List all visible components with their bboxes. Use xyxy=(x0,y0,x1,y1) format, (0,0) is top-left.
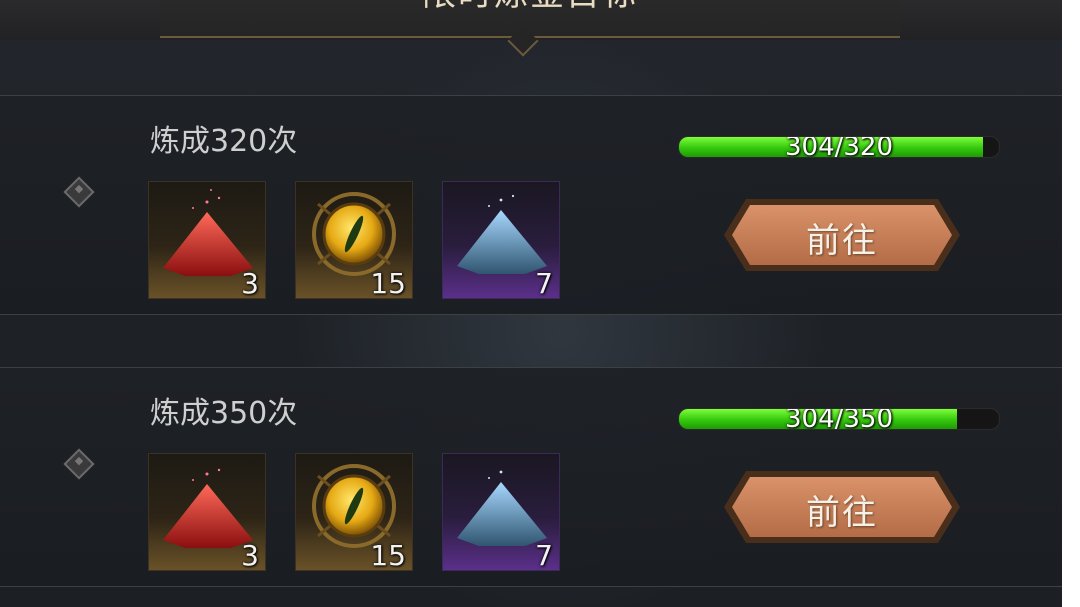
goto-button-label: 前往 xyxy=(806,221,878,261)
task-title: 炼成320次 xyxy=(150,124,298,159)
reward-item-golden-eye[interactable]: 15 xyxy=(295,453,413,571)
progress-text: 304/320 xyxy=(784,136,893,158)
progress-bar: 304/320 xyxy=(678,136,1000,158)
progress-bar: 304/350 xyxy=(678,408,1000,430)
goto-button[interactable]: 前往 xyxy=(724,199,960,271)
item-count: 7 xyxy=(535,539,553,571)
reward-item-red-powder[interactable]: 3 xyxy=(148,181,266,299)
item-count: 15 xyxy=(370,539,406,571)
reward-item-blue-powder[interactable]: 7 xyxy=(442,181,560,299)
goto-button[interactable]: 前往 xyxy=(724,471,960,543)
item-count: 3 xyxy=(241,267,259,299)
task-title: 炼成350次 xyxy=(150,396,298,431)
item-count: 3 xyxy=(241,539,259,571)
goto-button-label: 前往 xyxy=(806,493,878,533)
reward-item-red-powder[interactable]: 3 xyxy=(148,453,266,571)
progress-text: 304/350 xyxy=(784,408,893,430)
reward-item-golden-eye[interactable]: 15 xyxy=(295,181,413,299)
game-panel: 限时炼金目标 炼成320次 3 xyxy=(0,0,1062,607)
item-count: 7 xyxy=(535,267,553,299)
reward-item-blue-powder[interactable]: 7 xyxy=(442,453,560,571)
task-row-2: 炼成350次 3 15 7 304/350 前往 xyxy=(0,367,1062,587)
item-count: 15 xyxy=(370,267,406,299)
header-title: 限时炼金目标 xyxy=(160,0,900,15)
diamond-marker-icon xyxy=(63,448,95,480)
task-row-1: 炼成320次 3 15 7 304/320 前往 xyxy=(0,95,1062,315)
diamond-marker-icon xyxy=(63,176,95,208)
